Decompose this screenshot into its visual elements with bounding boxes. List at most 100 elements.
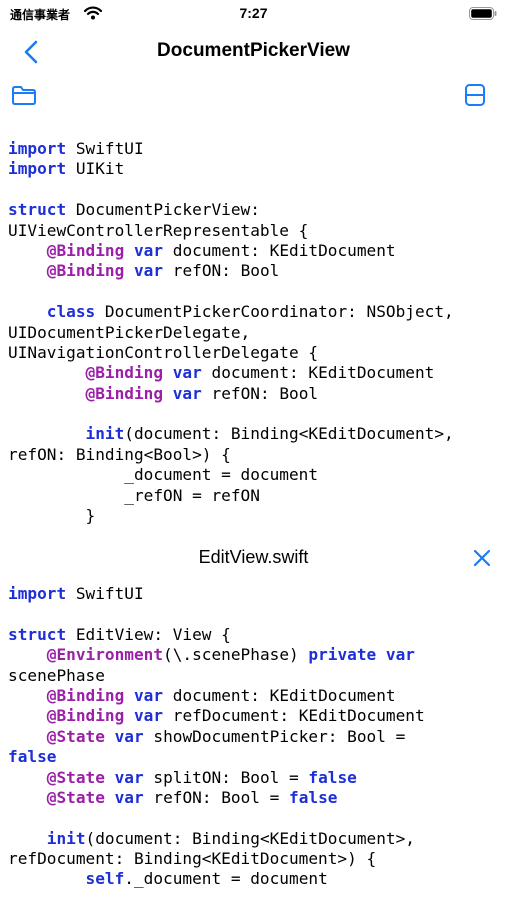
code-line: struct DocumentPickerView: bbox=[8, 200, 499, 220]
code-keyword: var bbox=[172, 383, 202, 403]
reference-code-editor[interactable]: import SwiftUI import UIKit struct Documen… bbox=[0, 139, 507, 535]
code-token: splitON: Bool = bbox=[143, 767, 309, 787]
code-token: UIViewControllerRepresentable { bbox=[8, 220, 309, 240]
code-line: @Binding var document: KEditDocument bbox=[8, 241, 499, 261]
code-keyword: struct bbox=[8, 624, 67, 644]
code-token: refON: Bool bbox=[163, 261, 280, 281]
code-attribute: @Binding bbox=[46, 706, 125, 726]
code-keyword: import bbox=[8, 584, 67, 603]
status-time: 7:27 bbox=[239, 5, 268, 21]
code-token: (document: Binding<KEditDocument>, bbox=[124, 424, 454, 444]
code-keyword: var bbox=[114, 767, 144, 787]
split-view-button[interactable] bbox=[461, 82, 489, 108]
code-attribute: @State bbox=[46, 726, 105, 746]
code-line: UIViewControllerRepresentable { bbox=[8, 221, 499, 241]
code-token: refON: Bool bbox=[201, 383, 319, 403]
code-token: refON: Binding<Bool>) { bbox=[8, 444, 231, 464]
code-line: } bbox=[8, 506, 499, 526]
code-token: EditView: View { bbox=[66, 624, 231, 644]
close-icon bbox=[469, 545, 495, 571]
code-keyword: false bbox=[308, 767, 357, 787]
code-keyword: import bbox=[8, 139, 67, 158]
code-line: import SwiftUI bbox=[8, 139, 499, 159]
edit-code-text: import SwiftUI struct EditView: View { @E… bbox=[0, 584, 507, 890]
code-keyword: var bbox=[172, 363, 202, 383]
code-token: document: KEditDocument bbox=[163, 240, 396, 260]
navigation-bar: DocumentPickerView bbox=[0, 28, 507, 76]
code-token: ._document = document bbox=[124, 869, 328, 889]
code-line: UINavigationControllerDelegate { bbox=[8, 343, 499, 363]
code-token: (document: Binding<KEditDocument>, bbox=[85, 828, 415, 848]
code-attribute: @Binding bbox=[85, 363, 164, 383]
code-attribute: @Binding bbox=[46, 685, 125, 705]
code-keyword: private bbox=[308, 645, 377, 665]
file-title: EditView.swift bbox=[198, 547, 309, 567]
code-keyword: var bbox=[385, 645, 415, 665]
code-token: document: KEditDocument bbox=[163, 685, 396, 705]
code-token: _refON = refON bbox=[8, 485, 260, 505]
close-button[interactable] bbox=[469, 545, 495, 571]
code-token: refDocument: Binding<KEditDocument>) { bbox=[8, 849, 377, 869]
code-token: UINavigationControllerDelegate { bbox=[8, 342, 319, 362]
code-token: _document = document bbox=[8, 465, 319, 485]
reference-code-text: import SwiftUI import UIKit struct Documen… bbox=[0, 139, 507, 526]
code-token: scenePhase bbox=[8, 665, 105, 685]
code-line: scenePhase bbox=[8, 666, 499, 686]
open-document-button[interactable] bbox=[10, 82, 38, 108]
code-line: import SwiftUI bbox=[8, 584, 499, 604]
code-line: @Binding var document: KEditDocument bbox=[8, 363, 499, 383]
battery-icon bbox=[469, 7, 497, 20]
code-token: SwiftUI bbox=[66, 584, 144, 603]
folder-icon bbox=[10, 82, 38, 108]
code-line: init(document: Binding<KEditDocument>, bbox=[8, 424, 499, 444]
code-keyword: import bbox=[8, 159, 67, 179]
code-keyword: class bbox=[46, 302, 96, 322]
code-token: DocumentPickerView: bbox=[66, 200, 260, 220]
status-bar: 通信事業者 7:27 bbox=[0, 0, 507, 28]
code-attribute: @Binding bbox=[85, 383, 164, 403]
edit-code-editor[interactable]: import SwiftUI struct EditView: View { @E… bbox=[0, 584, 507, 900]
code-line: _refON = refON bbox=[8, 486, 499, 506]
code-token: refON: Bool = bbox=[143, 787, 290, 807]
code-token: showDocumentPicker: Bool = bbox=[143, 726, 406, 746]
code-line: init(document: Binding<KEditDocument>, bbox=[8, 829, 499, 849]
code-attribute: @Environment bbox=[46, 645, 164, 665]
code-line: struct EditView: View { bbox=[8, 625, 499, 645]
code-line: @Environment(\.scenePhase) private var bbox=[8, 645, 499, 665]
code-token: refDocument: KEditDocument bbox=[163, 706, 425, 726]
code-attribute: @State bbox=[46, 787, 105, 807]
code-line: UIDocumentPickerDelegate, bbox=[8, 323, 499, 343]
toolbar bbox=[0, 78, 507, 112]
code-token: (\.scenePhase) bbox=[163, 645, 309, 665]
code-line: @Binding var refON: Bool bbox=[8, 384, 499, 404]
code-keyword: var bbox=[133, 240, 164, 260]
code-attribute: @State bbox=[46, 767, 105, 787]
code-keyword: var bbox=[133, 685, 164, 705]
code-line: _document = document bbox=[8, 465, 499, 485]
code-keyword: false bbox=[8, 747, 57, 767]
code-token: document: KEditDocument bbox=[201, 363, 435, 383]
code-line: @State var splitON: Bool = false bbox=[8, 768, 499, 788]
code-line: @State var showDocumentPicker: Bool = bbox=[8, 727, 499, 747]
